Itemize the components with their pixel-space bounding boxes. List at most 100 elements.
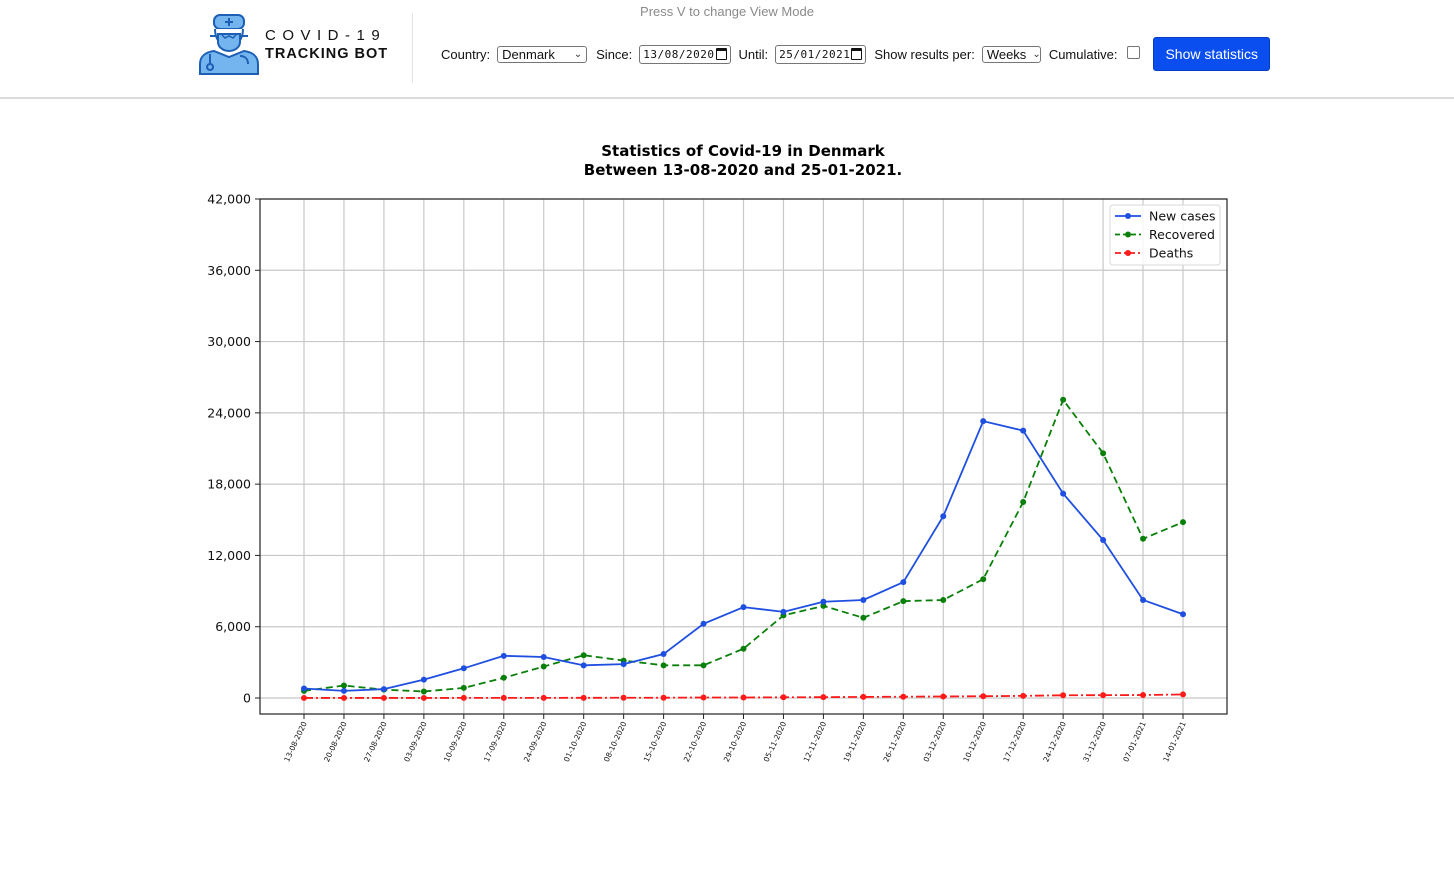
x-tick-label: 17-09-2020 bbox=[482, 720, 509, 764]
data-point bbox=[620, 694, 627, 701]
x-tick-label: 13-08-2020 bbox=[282, 720, 309, 764]
brand-title: COVID-19 bbox=[265, 27, 387, 44]
data-point bbox=[460, 665, 467, 672]
country-label: Country: bbox=[441, 46, 491, 62]
data-point bbox=[1020, 427, 1027, 434]
data-point bbox=[940, 513, 947, 520]
data-point bbox=[980, 418, 987, 425]
y-tick-label: 6,000 bbox=[215, 619, 251, 634]
country-select-value: Denmark bbox=[502, 46, 555, 62]
x-tick-label: 24-12-2020 bbox=[1041, 720, 1068, 764]
legend-marker bbox=[1125, 250, 1131, 256]
x-tick-label: 08-10-2020 bbox=[602, 720, 629, 764]
data-point bbox=[940, 596, 947, 603]
data-point bbox=[700, 662, 707, 669]
data-point bbox=[500, 694, 507, 701]
until-date-value: 25/01/2021 bbox=[779, 47, 851, 61]
data-point bbox=[1060, 692, 1067, 699]
data-point bbox=[540, 694, 547, 701]
data-point bbox=[1180, 611, 1186, 618]
x-tick-label: 12-11-2020 bbox=[802, 720, 829, 764]
period-select[interactable]: Weeks ⌄ bbox=[981, 45, 1041, 63]
data-point bbox=[780, 694, 787, 701]
data-point bbox=[1100, 692, 1107, 699]
data-point bbox=[900, 693, 907, 700]
data-point bbox=[380, 686, 387, 693]
header-bar: Press V to change View Mode COVID-19 TRA… bbox=[0, 0, 1454, 99]
data-point bbox=[780, 608, 787, 615]
x-tick-label: 03-09-2020 bbox=[402, 720, 429, 764]
data-point bbox=[660, 651, 667, 658]
data-point bbox=[1060, 490, 1067, 497]
chevron-down-icon: ⌄ bbox=[573, 48, 583, 60]
data-point bbox=[1100, 450, 1107, 457]
data-point bbox=[500, 674, 507, 681]
data-point bbox=[860, 596, 867, 603]
legend-label: Recovered bbox=[1149, 227, 1215, 242]
y-tick-label: 18,000 bbox=[207, 477, 251, 492]
data-point bbox=[1020, 692, 1027, 699]
data-point bbox=[740, 645, 747, 652]
data-point bbox=[420, 694, 427, 701]
period-select-value: Weeks bbox=[986, 46, 1027, 62]
data-point bbox=[660, 694, 667, 701]
data-point bbox=[900, 598, 907, 605]
data-point bbox=[580, 662, 587, 669]
data-point bbox=[1140, 535, 1147, 542]
header-divider bbox=[412, 13, 413, 83]
data-point bbox=[1180, 691, 1186, 698]
until-label: Until: bbox=[738, 46, 769, 62]
x-tick-label: 03-12-2020 bbox=[922, 720, 949, 764]
since-label: Since: bbox=[596, 46, 633, 62]
data-point bbox=[340, 682, 347, 689]
data-point bbox=[1140, 692, 1147, 699]
until-date-input[interactable]: 25/01/2021 bbox=[775, 44, 867, 64]
x-tick-label: 20-08-2020 bbox=[322, 720, 349, 764]
data-point bbox=[380, 694, 387, 701]
covid-line-chart: Statistics of Covid-19 in Denmark Betwee… bbox=[207, 142, 1228, 764]
data-point bbox=[620, 661, 627, 668]
data-point bbox=[860, 693, 867, 700]
brand-subtitle: TRACKING BOT bbox=[265, 46, 389, 62]
data-point bbox=[420, 688, 427, 695]
x-tick-label: 01-10-2020 bbox=[562, 720, 589, 764]
cumulative-checkbox[interactable] bbox=[1127, 45, 1141, 59]
data-point bbox=[340, 687, 347, 694]
calendar-icon[interactable] bbox=[851, 48, 863, 60]
chart-title: Statistics of Covid-19 in Denmark bbox=[601, 142, 886, 160]
data-point bbox=[740, 694, 747, 701]
data-point bbox=[460, 684, 467, 691]
data-point bbox=[540, 654, 547, 661]
data-point bbox=[301, 694, 307, 701]
data-point bbox=[820, 694, 827, 701]
data-point bbox=[460, 694, 467, 701]
data-point bbox=[1060, 396, 1067, 403]
data-point bbox=[301, 685, 307, 692]
x-tick-label: 10-09-2020 bbox=[442, 720, 469, 764]
show-statistics-button[interactable]: Show statistics bbox=[1153, 37, 1271, 71]
data-point bbox=[580, 652, 587, 659]
y-tick-label: 42,000 bbox=[207, 192, 251, 207]
chart-legend: New cases Recovered Deaths bbox=[1109, 204, 1221, 266]
data-point bbox=[940, 693, 947, 700]
data-point bbox=[1100, 536, 1107, 543]
data-point bbox=[860, 614, 867, 621]
calendar-icon[interactable] bbox=[715, 48, 727, 60]
grid-lines bbox=[260, 198, 1227, 714]
country-select[interactable]: Denmark ⌄ bbox=[497, 45, 588, 63]
x-tick-label: 19-11-2020 bbox=[842, 720, 869, 764]
data-point bbox=[1020, 498, 1027, 505]
since-date-input[interactable]: 13/08/2020 bbox=[639, 44, 731, 64]
data-point bbox=[660, 662, 667, 669]
y-tick-label: 24,000 bbox=[207, 405, 251, 420]
per-label: Show results per: bbox=[874, 46, 975, 62]
x-tick-label: 07-01-2021 bbox=[1121, 720, 1148, 764]
x-tick-label: 26-11-2020 bbox=[882, 720, 909, 764]
y-tick-label: 0 bbox=[243, 691, 251, 706]
legend-marker bbox=[1125, 213, 1131, 219]
data-point bbox=[740, 604, 747, 611]
x-tick-label: 27-08-2020 bbox=[362, 720, 389, 764]
legend-marker bbox=[1125, 231, 1131, 238]
doctor-mask-icon bbox=[199, 14, 259, 75]
data-point bbox=[540, 663, 547, 670]
